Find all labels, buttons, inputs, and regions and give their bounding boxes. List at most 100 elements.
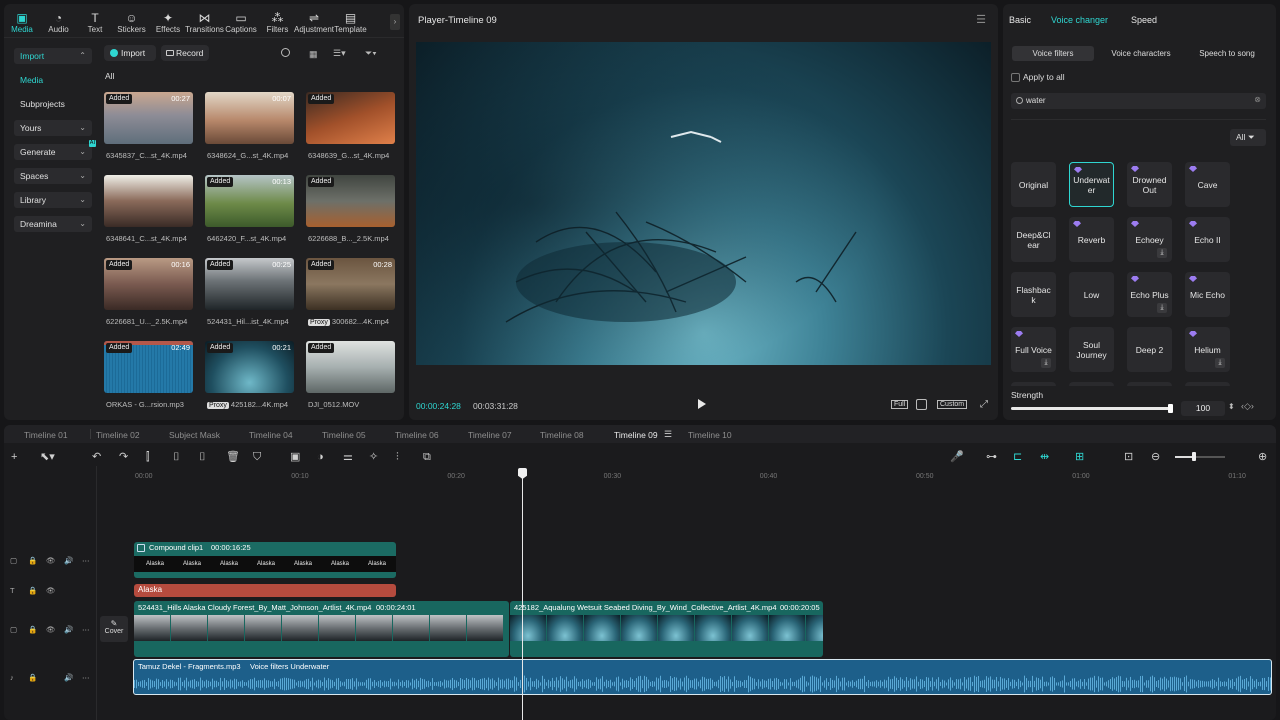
tool-stickers[interactable]: ☺ Stickers xyxy=(112,11,152,34)
microphone-icon[interactable]: 🎤 xyxy=(950,450,964,464)
text-clip[interactable]: Alaska xyxy=(134,584,396,597)
media-thumbnail[interactable]: 00:07 xyxy=(205,92,294,144)
tool-transitions[interactable]: ⋈ Transitions xyxy=(185,11,225,34)
subtab-speech-to-song[interactable]: Speech to song xyxy=(1186,46,1268,61)
sidebar-item-media[interactable]: Media xyxy=(14,72,92,88)
media-thumbnail[interactable] xyxy=(104,175,193,227)
compound-clip[interactable]: Compound clip1 00:00:16:25 Alaska Alaska A… xyxy=(134,542,396,578)
timeline-zoom-knob[interactable] xyxy=(1192,452,1196,461)
voice-filter-card[interactable]: Underwat er xyxy=(1069,162,1114,207)
keyframe-icon[interactable]: ‹◇› xyxy=(1241,401,1254,412)
play-icon[interactable] xyxy=(698,399,706,409)
eye-icon[interactable]: 👁 xyxy=(46,556,56,565)
timeline-tab[interactable]: Timeline 10 xyxy=(688,430,732,440)
strength-slider[interactable] xyxy=(1011,404,1173,413)
timeline-tab[interactable]: Subject Mask xyxy=(169,430,220,440)
strength-value[interactable]: 100 xyxy=(1181,401,1225,416)
adjust-icon[interactable]: ⚌ xyxy=(343,450,353,464)
voice-search-input[interactable]: water ⊗ xyxy=(1011,93,1266,109)
filter-icon[interactable]: ⏷▾ xyxy=(365,48,377,59)
auto-icon[interactable]: ⊞ xyxy=(1075,450,1084,464)
timeline-tab[interactable]: Timeline 01 xyxy=(24,430,68,440)
fullscreen-icon[interactable]: ⤢ xyxy=(980,399,988,410)
sidebar-item-subprojects[interactable]: Subprojects xyxy=(14,96,92,112)
select-tool-icon[interactable]: ⬉▾ xyxy=(40,450,55,464)
lock-icon[interactable]: 🔒 xyxy=(28,556,37,565)
snap-icon[interactable]: ⇹ xyxy=(1040,450,1049,464)
timeline-tab[interactable]: Timeline 05 xyxy=(322,430,366,440)
tool-filters[interactable]: ⁂ Filters xyxy=(258,11,298,34)
strength-knob[interactable] xyxy=(1168,404,1173,413)
subtab-voice-filters[interactable]: Voice filters xyxy=(1012,46,1094,61)
stepper-icon[interactable]: ⬍ xyxy=(1228,402,1235,411)
sidebar-item-spaces[interactable]: Spaces ⌄ xyxy=(14,168,92,184)
clear-icon[interactable]: ⊗ xyxy=(1254,95,1261,104)
timeline-tab[interactable]: Timeline 02 xyxy=(96,430,140,440)
sidebar-item-generate[interactable]: Generate ⌄ AI xyxy=(14,140,96,160)
filter-all-button[interactable]: All ⏷ xyxy=(1230,129,1266,146)
timeline-tab[interactable]: Timeline 07 xyxy=(468,430,512,440)
voice-filter-card[interactable]: Cave xyxy=(1185,162,1230,207)
more-icon[interactable]: ⋯ xyxy=(82,556,90,565)
download-icon[interactable]: ⤓ xyxy=(1157,303,1167,313)
tool-captions[interactable]: ▭ Captions xyxy=(221,11,261,34)
apply-all-checkbox[interactable] xyxy=(1011,73,1020,82)
voice-filter-card-partial[interactable] xyxy=(1011,382,1056,386)
media-thumbnail[interactable]: Added 00:16 xyxy=(104,258,193,310)
voice-filter-card-partial[interactable] xyxy=(1185,382,1230,386)
speaker-icon[interactable]: 🔊 xyxy=(64,673,73,682)
voice-filter-card[interactable]: Echo Plus ⤓ xyxy=(1127,272,1172,317)
grid-view-icon[interactable]: ▦ xyxy=(309,49,318,60)
more-icon[interactable]: ⋯ xyxy=(82,625,90,634)
import-button[interactable]: Import xyxy=(104,45,156,61)
media-thumbnail[interactable]: Added 00:28 xyxy=(306,258,395,310)
split-right-icon[interactable]: ⌷ xyxy=(199,450,206,464)
link-icon[interactable]: ⊶ xyxy=(986,450,997,464)
toolbar-more-icon[interactable]: › xyxy=(390,14,400,30)
voice-filter-card[interactable]: Deep&Cl ear xyxy=(1011,217,1056,262)
sidebar-item-library[interactable]: Library ⌄ xyxy=(14,192,92,208)
sidebar-item-import[interactable]: Import ⌃ xyxy=(14,48,92,64)
tool-adjustment[interactable]: ⇌ Adjustment xyxy=(294,11,334,34)
audio-split-icon[interactable]: ⫶ xyxy=(396,450,399,464)
mask-icon[interactable]: ◑ xyxy=(317,450,324,464)
record-button[interactable]: Record xyxy=(161,45,209,61)
video-clip-2[interactable]: 425182_Aqualung Wetsuit Seabed Diving_By… xyxy=(510,601,823,657)
tool-audio[interactable]: ◔ Audio xyxy=(39,11,79,34)
subtab-voice-characters[interactable]: Voice characters xyxy=(1098,46,1184,61)
eye-icon[interactable]: 👁 xyxy=(46,625,56,634)
voice-filter-card-partial[interactable] xyxy=(1127,382,1172,386)
preview-icon[interactable]: ⊡ xyxy=(1124,450,1133,464)
lock-icon[interactable]: 🔒 xyxy=(28,625,37,634)
crop-icon[interactable]: ⧉ xyxy=(423,450,431,464)
voice-filter-card[interactable]: Deep 2 xyxy=(1127,327,1172,372)
magic-icon[interactable]: ✧ xyxy=(369,450,378,464)
download-icon[interactable]: ⤓ xyxy=(1157,248,1167,258)
zoom-in-icon[interactable]: ⊕ xyxy=(1258,450,1267,464)
more-icon[interactable]: ⋯ xyxy=(82,673,90,682)
tool-media[interactable]: ▣ Media xyxy=(4,11,42,34)
redo-icon[interactable]: ↷ xyxy=(119,450,128,464)
speaker-icon[interactable]: 🔊 xyxy=(64,625,73,634)
speaker-icon[interactable]: 🔊 xyxy=(64,556,73,565)
shield-icon[interactable]: ⛉ xyxy=(253,450,261,464)
freeze-icon[interactable]: ▣ xyxy=(290,450,300,464)
eye-icon[interactable]: 👁 xyxy=(46,586,56,595)
delete-icon[interactable]: 🗑 xyxy=(226,450,240,464)
download-icon[interactable]: ⤓ xyxy=(1215,358,1225,368)
ratio-button[interactable]: Custom xyxy=(937,400,968,409)
video-clip-1[interactable]: 524431_Hills Alaska Cloudy Forest_By_Mat… xyxy=(134,601,509,657)
media-thumbnail[interactable]: Added xyxy=(306,92,395,144)
voice-filter-card[interactable]: Helium ⤓ xyxy=(1185,327,1230,372)
tab-speed[interactable]: Speed xyxy=(1131,15,1157,25)
voice-filter-card[interactable]: Drowned Out xyxy=(1127,162,1172,207)
lock-icon[interactable]: 🔒 xyxy=(28,673,37,682)
voice-filter-card[interactable]: Reverb xyxy=(1069,217,1114,262)
tab-basic[interactable]: Basic xyxy=(1009,15,1031,25)
magnet-icon[interactable]: ⊏ xyxy=(1013,450,1022,464)
voice-filter-card[interactable]: Soul Journey xyxy=(1069,327,1114,372)
voice-filter-card[interactable]: Echoey ⤓ xyxy=(1127,217,1172,262)
sidebar-item-yours[interactable]: Yours ⌄ xyxy=(14,120,92,136)
timeline-tab[interactable]: Timeline 06 xyxy=(395,430,439,440)
sort-icon[interactable]: ☰▾ xyxy=(333,48,346,59)
